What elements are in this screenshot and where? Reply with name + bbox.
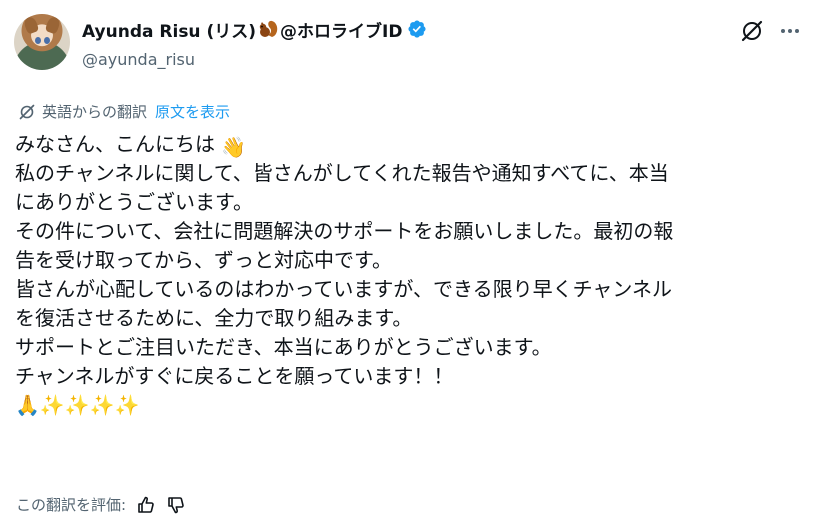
thumbs-up-icon[interactable] — [136, 495, 156, 515]
author-name-suffix[interactable]: @ホロライブID — [280, 17, 402, 42]
translation-label: 英語からの翻訳 — [42, 103, 148, 121]
waving-hand-emoji: 👋 — [221, 135, 247, 159]
tweet-line: 私のチャンネルに関して、皆さんがしてくれた報告や通知すべてに、本当 — [15, 161, 669, 185]
tweet-text: みなさん、こんにちは 👋 私のチャンネルに関して、皆さんがしてくれた報告や通知す… — [15, 130, 805, 420]
tweet-line: サポートとご注目いただき、本当にありがとうございます。 — [15, 335, 552, 359]
avatar-ear — [44, 15, 62, 35]
avatar-ear — [22, 15, 40, 35]
author-name-row[interactable]: Ayunda Risu (リス) @ホロライブID — [82, 16, 427, 42]
translation-note: 英語からの翻訳 原文を表示 — [18, 101, 230, 122]
squirrel-emoji-icon — [257, 19, 279, 39]
tweet-line: 告を受け取ってから、ずっと対応中です。 — [15, 248, 392, 272]
tweet-line-text: みなさん、こんにちは — [15, 132, 215, 156]
rate-translation-label: この翻訳を評価: — [16, 496, 127, 514]
tweet-header: Ayunda Risu (リス) @ホロライブID @ayunda_risu — [82, 16, 427, 69]
grok-icon[interactable] — [739, 18, 765, 44]
tweet-top-actions — [739, 18, 803, 44]
author-name[interactable]: Ayunda Risu (リス) — [82, 17, 256, 42]
avatar[interactable] — [14, 14, 70, 70]
tweet-line: を復活させるために、全力で取り組みます。 — [15, 306, 413, 330]
tweet-line: その件について、会社に問題解決のサポートをお願いしました。最初の報 — [15, 219, 674, 243]
verified-icon — [408, 20, 426, 38]
thumbs-down-icon[interactable] — [166, 495, 186, 515]
rate-translation: この翻訳を評価: — [16, 494, 186, 515]
author-handle[interactable]: @ayunda_risu — [82, 50, 427, 69]
avatar-eye — [35, 37, 41, 44]
translate-icon — [19, 104, 35, 119]
tweet-line: チャンネルがすぐに戻ることを願っています！！ — [15, 364, 454, 388]
tweet-line: にありがとうございます。 — [15, 190, 253, 214]
tweet-line: 皆さんが心配しているのはわかっていますが、できる限り早くチャンネル — [15, 277, 672, 301]
tweet-line: みなさん、こんにちは 👋 — [15, 130, 805, 159]
show-original-link[interactable]: 原文を表示 — [155, 101, 230, 122]
more-icon[interactable] — [777, 18, 803, 44]
emoji-line: 🙏✨✨✨✨ — [15, 393, 140, 417]
avatar-eye — [44, 37, 50, 44]
